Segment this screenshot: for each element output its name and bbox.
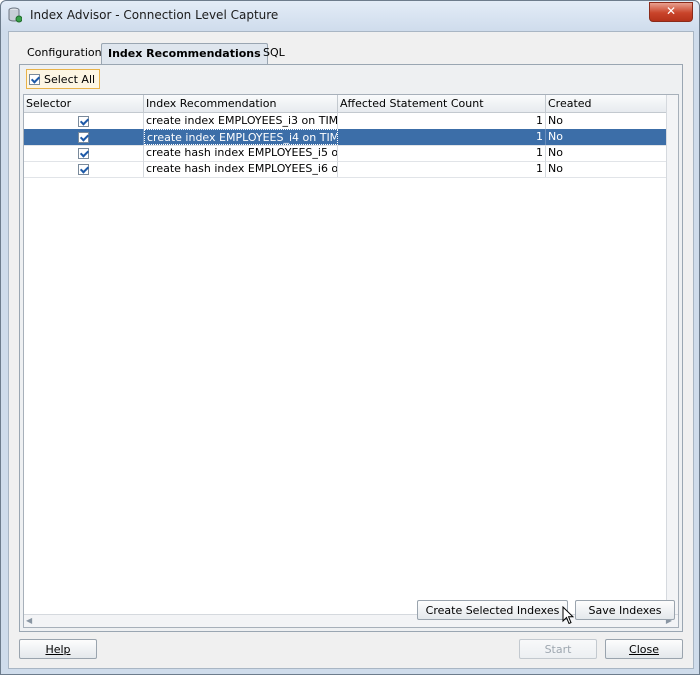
created-cell: No <box>548 114 563 127</box>
select-all-check-icon[interactable] <box>29 73 40 85</box>
close-button[interactable]: Close <box>605 639 683 659</box>
index-recommendation-cell: create hash index EMPLOYEES_i5 on ... <box>146 145 338 161</box>
database-icon <box>8 7 22 23</box>
created-cell: No <box>548 162 563 175</box>
help-button[interactable]: Help <box>19 639 97 659</box>
created-cell: No <box>548 146 563 159</box>
tab-sql[interactable]: SQL <box>257 43 291 63</box>
start-button[interactable]: Start <box>519 639 597 659</box>
tab-index-recommendations[interactable]: Index Recommendations <box>101 43 268 64</box>
dialog-client-area: Configuration Index Recommendations SQL … <box>8 31 694 669</box>
save-indexes-button[interactable]: Save Indexes <box>575 600 675 620</box>
save-indexes-label: Save Indexes <box>588 604 662 617</box>
affected-count-cell: 1 <box>338 113 546 129</box>
table-header: Selector Index Recommendation Affected S… <box>24 95 678 113</box>
row-checkbox[interactable] <box>78 147 89 159</box>
tab-sql-label: SQL <box>263 46 285 59</box>
row-selector-cell <box>24 113 144 129</box>
table-row[interactable]: create index EMPLOYEES_i4 on TIME... 1 N… <box>24 129 667 146</box>
index-recommendations-panel: Select All Selector Index Recommendation… <box>19 64 683 632</box>
table-row[interactable]: create hash index EMPLOYEES_i6 on ... 1 … <box>24 161 667 178</box>
close-label: Close <box>629 643 659 656</box>
index-recommendation-cell: create hash index EMPLOYEES_i6 on ... <box>146 161 338 177</box>
column-header-affected-statement-count[interactable]: Affected Statement Count <box>338 95 546 112</box>
tab-configuration[interactable]: Configuration <box>21 43 108 63</box>
recommendations-table: Selector Index Recommendation Affected S… <box>23 94 679 628</box>
column-header-created[interactable]: Created <box>546 95 667 112</box>
vertical-scrollbar[interactable] <box>666 95 678 614</box>
tab-index-recommendations-label: Index Recommendations <box>108 47 261 60</box>
scroll-left-icon[interactable]: ◀ <box>26 616 32 625</box>
table-row[interactable]: create hash index EMPLOYEES_i5 on ... 1 … <box>24 145 667 162</box>
index-recommendation-cell: create index EMPLOYEES_i3 on TIME... <box>146 113 338 129</box>
select-all-checkbox[interactable]: Select All <box>26 69 101 89</box>
select-all-label: Select All <box>44 72 96 86</box>
row-selector-cell <box>24 161 144 177</box>
table-row[interactable]: create index EMPLOYEES_i3 on TIME... 1 N… <box>24 113 667 130</box>
dialog-window: Index Advisor - Connection Level Capture… <box>0 0 700 675</box>
row-checkbox[interactable] <box>78 163 89 175</box>
created-cell: No <box>548 130 563 143</box>
affected-count-cell: 1 <box>338 145 546 161</box>
row-selector-cell <box>24 145 144 161</box>
tab-configuration-label: Configuration <box>27 46 102 59</box>
column-header-index-recommendation[interactable]: Index Recommendation <box>144 95 338 112</box>
row-checkbox[interactable] <box>78 131 89 143</box>
window-title: Index Advisor - Connection Level Capture <box>30 8 279 22</box>
mouse-pointer-icon <box>562 606 574 625</box>
create-selected-indexes-button[interactable]: Create Selected Indexes <box>417 600 568 620</box>
row-selector-cell <box>24 129 144 145</box>
window-close-button[interactable]: ✕ <box>649 2 693 22</box>
create-selected-indexes-label: Create Selected Indexes <box>425 604 560 617</box>
column-header-selector[interactable]: Selector <box>24 95 144 112</box>
title-bar[interactable]: Index Advisor - Connection Level Capture… <box>1 1 699 31</box>
affected-count-cell: 1 <box>338 129 546 145</box>
row-checkbox[interactable] <box>78 115 89 127</box>
help-label: Help <box>45 643 71 656</box>
affected-count-cell: 1 <box>338 161 546 177</box>
index-recommendation-cell: create index EMPLOYEES_i4 on TIME... <box>144 129 338 145</box>
start-label: Start <box>544 643 572 656</box>
